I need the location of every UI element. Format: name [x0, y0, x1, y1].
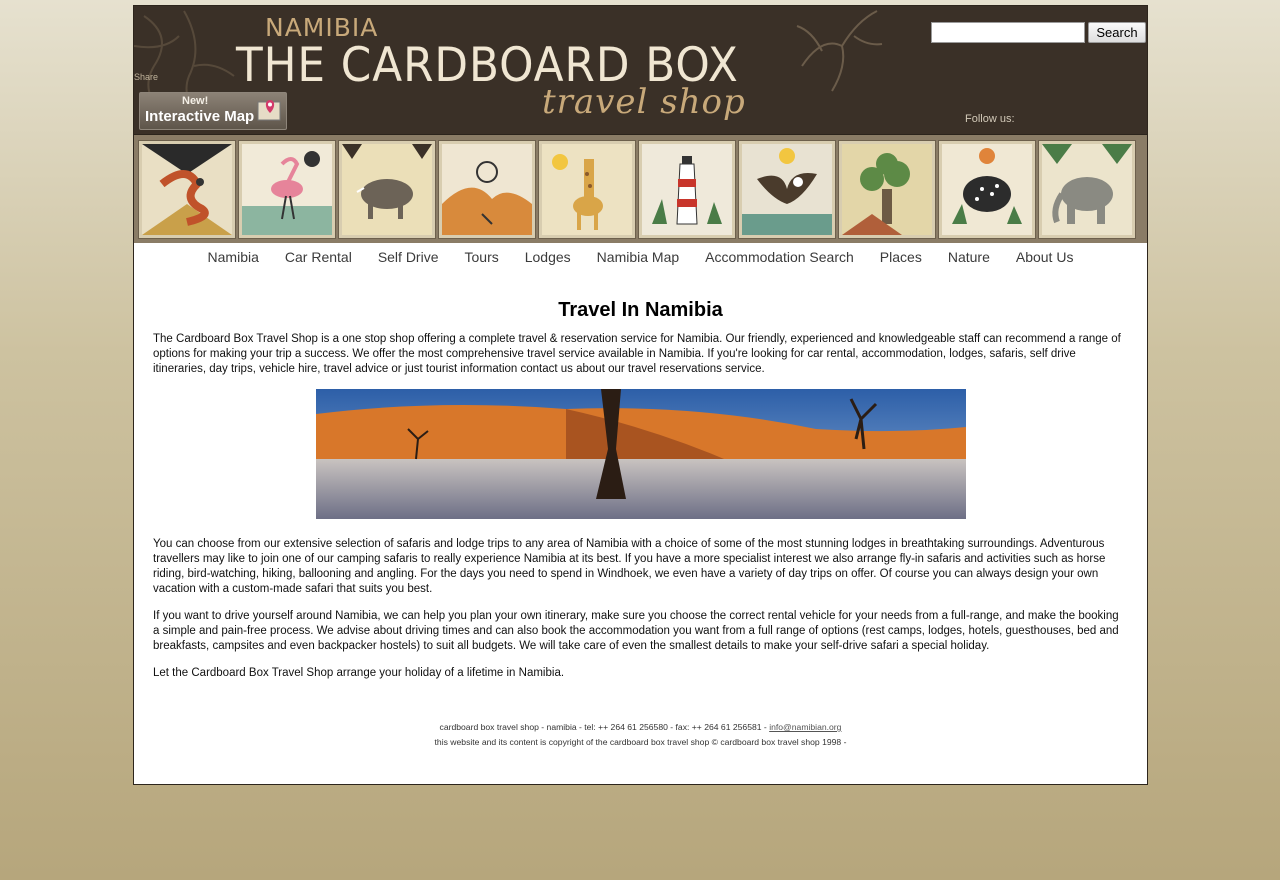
- search-input[interactable]: [931, 22, 1085, 43]
- guineafowl-tile[interactable]: [938, 140, 1036, 239]
- self-drive-paragraph: If you want to drive yourself around Nam…: [153, 610, 1119, 652]
- elephant-icon: [1042, 144, 1132, 235]
- eagle-icon: [742, 144, 832, 235]
- intro-paragraph: The Cardboard Box Travel Shop is a one s…: [153, 333, 1121, 375]
- nav-namibia-map[interactable]: Namibia Map: [584, 249, 692, 265]
- site-footer: cardboard box travel shop - namibia - te…: [153, 720, 1128, 750]
- tree-icon: [842, 144, 932, 235]
- main-nav: Namibia Car Rental Self Drive Tours Lodg…: [134, 243, 1147, 271]
- safari-paragraph: You can choose from our extensive select…: [153, 538, 1106, 595]
- page-container: NAMIBIA THE CARDBOARD BOX travel shop Sh…: [133, 5, 1148, 785]
- nav-namibia[interactable]: Namibia: [195, 249, 272, 265]
- snake-icon: [142, 144, 232, 235]
- animal-tile-strip: [134, 134, 1147, 243]
- footer-contact-text: cardboard box travel shop - namibia - te…: [439, 722, 770, 732]
- lighthouse-icon: [642, 144, 732, 235]
- flamingo-tile[interactable]: [238, 140, 336, 239]
- flamingo-icon: [242, 144, 332, 235]
- page-title: Travel In Namibia: [558, 299, 723, 321]
- dunes-tile[interactable]: [438, 140, 536, 239]
- nav-tours[interactable]: Tours: [452, 249, 512, 265]
- follow-us-label: Follow us:: [965, 113, 1015, 125]
- footer-email-link[interactable]: info@namibian.org: [769, 722, 841, 732]
- bird-silhouette-icon: [796, 10, 883, 92]
- deadvlei-photo: [315, 389, 966, 519]
- closing-paragraph: Let the Cardboard Box Travel Shop arrang…: [153, 667, 565, 679]
- main-content: Travel In Namibia The Cardboard Box Trav…: [134, 299, 1147, 750]
- lighthouse-tile[interactable]: [638, 140, 736, 239]
- nav-nature[interactable]: Nature: [935, 249, 1003, 265]
- snake-tile[interactable]: [138, 140, 236, 239]
- guineafowl-icon: [942, 144, 1032, 235]
- logo-subtitle: travel shop: [542, 82, 746, 122]
- nav-about-us[interactable]: About Us: [1003, 249, 1087, 265]
- footer-contact: cardboard box travel shop - namibia - te…: [153, 720, 1128, 735]
- interactive-map-button[interactable]: New! Interactive Map: [139, 92, 287, 130]
- tree-tile[interactable]: [838, 140, 936, 239]
- giraffe-icon: [542, 144, 632, 235]
- nav-lodges[interactable]: Lodges: [512, 249, 584, 265]
- nav-accommodation-search[interactable]: Accommodation Search: [692, 249, 867, 265]
- warthog-tile[interactable]: [338, 140, 436, 239]
- eagle-tile[interactable]: [738, 140, 836, 239]
- dunes-icon: [442, 144, 532, 235]
- interactive-map-badge: New!: [182, 95, 209, 107]
- search-button[interactable]: Search: [1088, 22, 1146, 43]
- site-header: NAMIBIA THE CARDBOARD BOX travel shop Sh…: [134, 6, 1147, 134]
- nav-places[interactable]: Places: [867, 249, 935, 265]
- map-pin-icon: [257, 100, 281, 121]
- nav-car-rental[interactable]: Car Rental: [272, 249, 365, 265]
- giraffe-tile[interactable]: [538, 140, 636, 239]
- elephant-tile[interactable]: [1038, 140, 1136, 239]
- footer-copyright: this website and its content is copyrigh…: [434, 737, 847, 747]
- interactive-map-label: Interactive Map: [145, 108, 255, 125]
- nav-self-drive[interactable]: Self Drive: [365, 249, 452, 265]
- share-link[interactable]: Share: [134, 72, 158, 82]
- warthog-icon: [342, 144, 432, 235]
